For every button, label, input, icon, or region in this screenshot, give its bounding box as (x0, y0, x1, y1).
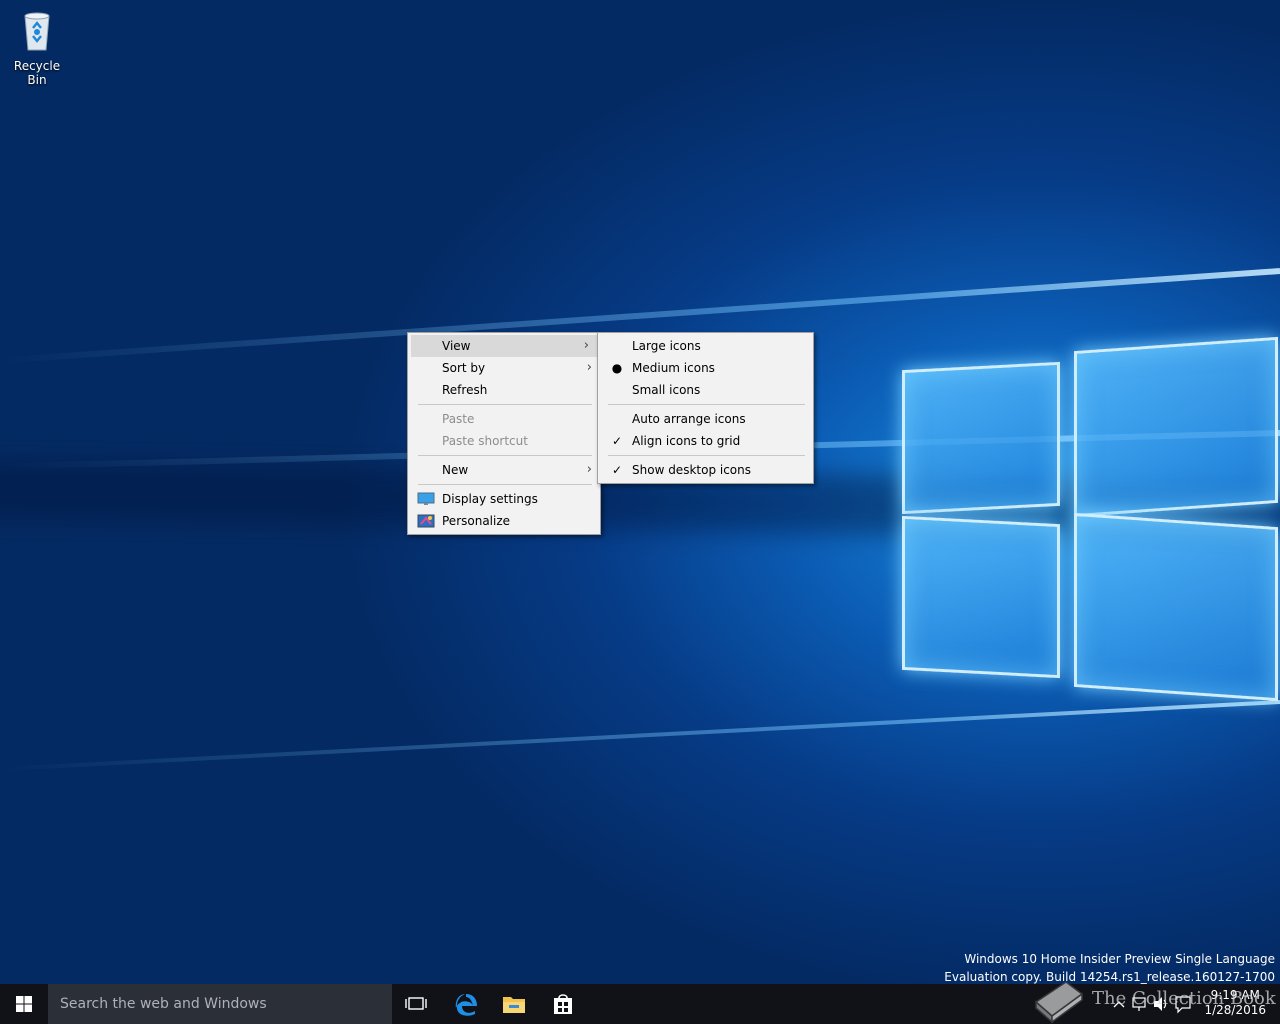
task-view-icon (405, 997, 427, 1010)
menu-item-paste-shortcut: Paste shortcut (408, 430, 600, 452)
search-placeholder: Search the web and Windows (60, 996, 267, 1012)
menu-item-show-desktop-icons[interactable]: ✓ Show desktop icons (598, 459, 813, 481)
menu-item-personalize[interactable]: Personalize (408, 510, 600, 532)
menu-item-label: Show desktop icons (632, 463, 752, 477)
view-submenu: Large icons ● Medium icons Small icons A… (597, 332, 814, 484)
menu-item-paste: Paste (408, 408, 600, 430)
recycle-bin[interactable]: Recycle Bin (4, 6, 70, 87)
start-button[interactable] (0, 984, 48, 1024)
file-explorer-icon (503, 997, 525, 1013)
menu-item-label: Medium icons (632, 361, 715, 375)
book-logo-icon (1034, 981, 1084, 1024)
checkmark-icon: ✓ (611, 463, 623, 477)
edge-button[interactable] (442, 984, 490, 1024)
menu-item-label: Align icons to grid (632, 434, 741, 448)
wallpaper-pane (902, 361, 1060, 515)
menu-separator (418, 404, 592, 405)
radio-bullet-icon: ● (611, 361, 623, 375)
wallpaper-pane (1074, 512, 1278, 702)
menu-item-label: Refresh (442, 383, 488, 397)
menu-item-label: Display settings (442, 492, 538, 506)
menu-item-view[interactable]: View › (411, 335, 597, 357)
windows-logo-icon (16, 996, 32, 1012)
recycle-bin-label: Recycle Bin (13, 59, 61, 87)
menu-item-label: New (442, 463, 469, 477)
wallpaper-beam (1, 700, 1280, 771)
display-settings-icon (417, 492, 435, 505)
menu-item-display-settings[interactable]: Display settings (408, 488, 600, 510)
brand-text: The Collection Book (1092, 988, 1276, 1009)
menu-item-label: Paste (442, 412, 475, 426)
menu-item-label: Personalize (442, 514, 511, 528)
menu-item-new[interactable]: New › (408, 459, 600, 481)
menu-item-label: Sort by (442, 361, 486, 375)
chevron-right-icon: › (586, 462, 592, 477)
menu-item-label: Large icons (632, 339, 701, 353)
chevron-right-icon: › (586, 360, 592, 375)
menu-item-label: Auto arrange icons (632, 412, 746, 426)
edge-icon (455, 994, 477, 1016)
desktop[interactable]: Recycle Bin View › Sort by › Refresh Pas… (0, 0, 1280, 984)
menu-separator (608, 404, 805, 405)
menu-separator (418, 455, 592, 456)
menu-item-align-to-grid[interactable]: ✓ Align icons to grid (598, 430, 813, 452)
checkmark-icon: ✓ (611, 434, 623, 448)
menu-separator (608, 455, 805, 456)
menu-item-small-icons[interactable]: Small icons (598, 379, 813, 401)
desktop-context-menu: View › Sort by › Refresh Paste Paste sho… (407, 332, 601, 535)
file-explorer-button[interactable] (490, 984, 538, 1024)
store-icon (554, 994, 572, 1014)
taskbar-search-box[interactable]: Search the web and Windows (48, 984, 392, 1024)
store-button[interactable] (539, 984, 587, 1024)
task-view-button[interactable] (392, 984, 440, 1024)
brand-watermark: The Collection Book (1030, 964, 1276, 1024)
menu-item-label: Paste shortcut (442, 434, 528, 448)
wallpaper-pane (1074, 336, 1278, 518)
chevron-right-icon: › (583, 338, 589, 353)
menu-item-refresh[interactable]: Refresh (408, 379, 600, 401)
menu-item-label: View (442, 339, 471, 353)
recycle-bin-icon (24, 12, 50, 51)
menu-item-sort-by[interactable]: Sort by › (408, 357, 600, 379)
menu-item-large-icons[interactable]: Large icons (598, 335, 813, 357)
menu-separator (418, 484, 592, 485)
menu-item-medium-icons[interactable]: ● Medium icons (598, 357, 813, 379)
menu-item-auto-arrange[interactable]: Auto arrange icons (598, 408, 813, 430)
menu-item-label: Small icons (632, 383, 701, 397)
personalize-icon (417, 514, 435, 528)
wallpaper-pane (902, 515, 1060, 679)
